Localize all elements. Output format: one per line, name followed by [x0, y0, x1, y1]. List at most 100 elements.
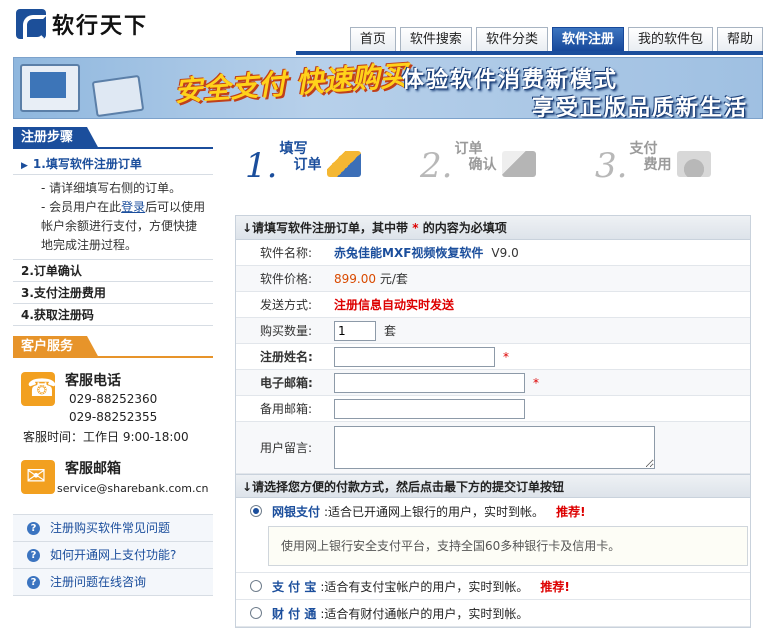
process-label-bottom: 确认: [468, 157, 497, 173]
faq-label: 注册购买软件常见问题: [50, 520, 171, 535]
process-label-top: 支付: [629, 141, 658, 157]
bank-radio[interactable]: [250, 505, 262, 517]
alipay-desc: :适合有支付宝帐户的用户，实时到帐。: [320, 579, 529, 594]
process-number: 2.: [420, 146, 453, 186]
coins-icon: [677, 151, 712, 177]
header-text: 的内容为必填项: [422, 221, 507, 235]
backup-email-input[interactable]: [334, 398, 525, 419]
bank-desc: :适合已开通网上银行的用户，实时到帐。: [324, 504, 545, 519]
email-title: 客服邮箱: [65, 461, 121, 477]
message-textarea[interactable]: [334, 426, 655, 469]
process-label: 填写 订单: [279, 141, 321, 173]
faq-item[interactable]: ? 注册问题在线咨询: [13, 569, 213, 596]
step-item-2[interactable]: 2.订单确认: [13, 260, 213, 282]
row-message: 用户留言:: [236, 422, 750, 474]
email-block: 客服邮箱 service@sharebank.com.cn: [13, 452, 213, 508]
faq-item[interactable]: ? 注册购买软件常见问题: [13, 515, 213, 542]
quantity-input[interactable]: [334, 320, 376, 341]
recommend-badge: 推荐!: [540, 579, 570, 594]
nav-tab-my-package[interactable]: 我的软件包: [627, 27, 713, 51]
faq-item[interactable]: ? 如何开通网上支付功能?: [13, 542, 213, 569]
price-value: 899.00: [334, 271, 376, 286]
customer-service: 客户服务 客服电话 029-88252360 029-88252355 客服时间…: [13, 336, 213, 596]
row-delivery: 发送方式: 注册信息自动实时发送: [236, 292, 750, 318]
step-label: 1.填写软件注册订单: [32, 157, 142, 171]
step-label: 4.获取注册码: [21, 308, 94, 322]
computer-icon: [91, 74, 145, 118]
login-link[interactable]: 登录: [121, 200, 145, 214]
payment-option-tenpay: 财 付 通 :适合有财付通帐户的用户，实时到帐。: [236, 600, 750, 627]
phone-title: 客服电话: [65, 373, 121, 389]
process-label-top: 订单: [454, 141, 483, 157]
step-description: - 请详细填写右侧的订单。 - 会员用户在此登录后可以使用帐户余额进行支付，方便…: [13, 175, 213, 260]
required-star: *: [412, 221, 419, 235]
software-version: V9.0: [491, 245, 519, 260]
nav-tab-category[interactable]: 软件分类: [475, 27, 548, 51]
process-step-1: 1. 填写 订单: [245, 141, 362, 183]
phone-number-1: 029-88252360: [69, 392, 158, 406]
backup-email-label: 备用邮箱:: [260, 402, 313, 416]
row-backup-email: 备用邮箱:: [236, 396, 750, 422]
payment-section-header: ↓请选择您方便的付款方式，然后点击最下方的提交订单按钮: [236, 474, 750, 498]
banner-slogan: 安全支付 快速购买: [173, 58, 409, 109]
banner-line2: 享受正版品质新生活: [531, 96, 748, 119]
row-email: 电子邮箱: *: [236, 370, 750, 396]
software-name: 赤兔佳能MXF视频恢复软件: [334, 246, 484, 260]
step-item-4[interactable]: 4.获取注册码: [13, 304, 213, 326]
bank-note: 使用网上银行安全支付平台，支持全国60多种银行卡及信用卡。: [268, 526, 748, 566]
alipay-radio[interactable]: [250, 580, 262, 592]
name-label: 注册姓名:: [260, 350, 313, 364]
desc-line-1: - 请详细填写右侧的订单。: [41, 181, 182, 195]
steps-list: ▶ 1.填写软件注册订单 - 请详细填写右侧的订单。 - 会员用户在此登录后可以使…: [13, 153, 213, 326]
form-section-header: ↓请填写软件注册订单，其中带 * 的内容为必填项: [236, 216, 750, 240]
message-label: 用户留言:: [260, 441, 313, 455]
promo-banner: 安全支付 快速购买 体验软件消费新模式 享受正版品质新生活: [13, 57, 763, 119]
mail-icon: [21, 460, 55, 494]
email-input[interactable]: [334, 372, 525, 393]
step-item-1[interactable]: ▶ 1.填写软件注册订单: [13, 153, 213, 175]
nav-tab-register[interactable]: 软件注册: [551, 27, 624, 51]
recommend-badge: 推荐!: [556, 504, 586, 519]
delivery-label: 发送方式:: [260, 298, 313, 312]
main-content: 1. 填写 订单 2. 订单 确认 3. 支付 费用 ↓请填写软件注册订单，其中带 *…: [235, 127, 751, 628]
service-header: 客户服务: [13, 336, 213, 358]
qty-unit: 套: [384, 324, 397, 338]
payment-option-bank: 网银支付 :适合已开通网上银行的用户，实时到帐。 推荐! 使用网上银行安全支付平…: [236, 498, 750, 573]
site-logo[interactable]: 软行天下: [16, 8, 148, 41]
main-nav: 首页 软件搜索 软件分类 软件注册 我的软件包 帮助: [346, 27, 763, 51]
step-item-3[interactable]: 3.支付注册费用: [13, 282, 213, 304]
help-icon: ?: [27, 575, 40, 589]
row-name: 注册姓名: *: [236, 344, 750, 370]
price-unit: 元/套: [379, 272, 408, 286]
alipay-name: 支 付 宝: [272, 579, 317, 594]
required-star: *: [503, 349, 509, 364]
nav-tab-home[interactable]: 首页: [349, 27, 396, 51]
price-label: 软件价格:: [260, 272, 313, 286]
pencil-form-icon: [327, 151, 362, 177]
stamp-icon: [502, 151, 537, 177]
steps-header: 注册步骤: [13, 127, 213, 149]
desc-text: - 会员用户在此: [41, 200, 122, 214]
nav-tab-search[interactable]: 软件搜索: [399, 27, 472, 51]
process-label-bottom: 费用: [643, 157, 672, 173]
logo-mark-icon: [16, 9, 47, 41]
step-label: 3.支付注册费用: [21, 286, 106, 300]
row-price: 软件价格: 899.00 元/套: [236, 266, 750, 292]
faq-list: ? 注册购买软件常见问题 ? 如何开通网上支付功能? ? 注册问题在线咨询: [13, 514, 213, 596]
steps-title: 注册步骤: [13, 127, 100, 149]
service-email[interactable]: service@sharebank.com.cn: [57, 482, 208, 495]
nav-tab-help[interactable]: 帮助: [716, 27, 763, 51]
order-form: ↓请填写软件注册订单，其中带 * 的内容为必填项 软件名称: 赤兔佳能MXF视频…: [235, 215, 751, 628]
tenpay-name: 财 付 通: [272, 606, 317, 621]
header-text: ↓请填写软件注册订单，其中带: [242, 221, 409, 235]
required-star: *: [533, 375, 539, 390]
sidebar: 注册步骤 ▶ 1.填写软件注册订单 - 请详细填写右侧的订单。 - 会员用户在此登…: [13, 127, 213, 596]
email-label: 电子邮箱:: [260, 376, 313, 390]
name-input[interactable]: [334, 346, 495, 367]
help-icon: ?: [27, 548, 40, 562]
phone-number-2: 029-88252355: [69, 410, 158, 424]
process-label: 支付 费用: [629, 141, 671, 173]
tenpay-radio[interactable]: [250, 607, 262, 619]
app-root: { "site": {"logo_text": "软行天下"}, "nav": …: [0, 0, 779, 635]
phone-icon: [21, 372, 57, 406]
